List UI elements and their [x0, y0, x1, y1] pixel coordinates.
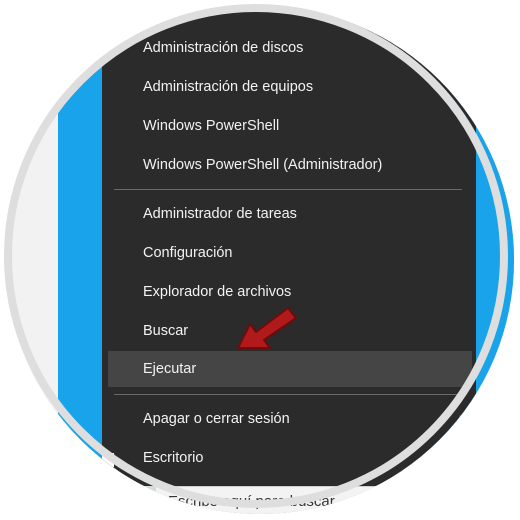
menu-item-disk-management[interactable]: Administración de discos	[102, 30, 476, 66]
menu-item-label: Escritorio	[143, 450, 204, 466]
winx-context-menu: Administración de discos Administración …	[102, 6, 476, 486]
menu-item-label: Administración de discos	[143, 40, 304, 56]
menu-item-shutdown-signout[interactable]: Apagar o cerrar sesión ›	[102, 401, 476, 437]
taskbar-search-box[interactable]: Escribe aquí para buscar	[156, 486, 486, 514]
start-button-corner	[102, 453, 114, 467]
chevron-right-icon: ›	[458, 406, 466, 431]
menu-separator	[114, 394, 462, 395]
menu-item-label: Ejecutar	[143, 361, 197, 377]
menu-item-label: Windows PowerShell	[143, 118, 280, 134]
menu-item-windows-powershell[interactable]: Windows PowerShell	[102, 108, 476, 144]
screenshot-stage: Administración de discos Administración …	[0, 0, 520, 520]
menu-item-task-manager[interactable]: Administrador de tareas	[102, 196, 476, 232]
menu-item-computer-management[interactable]: Administración de equipos	[102, 69, 476, 105]
menu-separator	[114, 189, 462, 190]
menu-item-desktop[interactable]: Escritorio	[102, 440, 476, 476]
menu-item-windows-powershell-admin[interactable]: Windows PowerShell (Administrador)	[102, 147, 476, 183]
circular-crop: Administración de discos Administración …	[6, 6, 514, 514]
menu-item-label: Windows PowerShell (Administrador)	[143, 157, 383, 173]
menu-item-label: Administración de equipos	[143, 79, 314, 95]
menu-item-settings[interactable]: Configuración	[102, 235, 476, 271]
menu-item-run[interactable]: Ejecutar	[108, 351, 472, 387]
menu-item-label: Administrador de tareas	[143, 206, 297, 222]
red-arrow-pointer-icon	[237, 307, 297, 349]
menu-item-label: Configuración	[143, 245, 233, 261]
desktop-background-left	[58, 6, 104, 514]
menu-item-label: Apagar o cerrar sesión	[143, 411, 290, 427]
menu-item-label: Explorador de archivos	[143, 284, 292, 300]
search-input[interactable]: Escribe aquí para buscar	[168, 493, 335, 510]
menu-item-label: Buscar	[143, 323, 189, 339]
